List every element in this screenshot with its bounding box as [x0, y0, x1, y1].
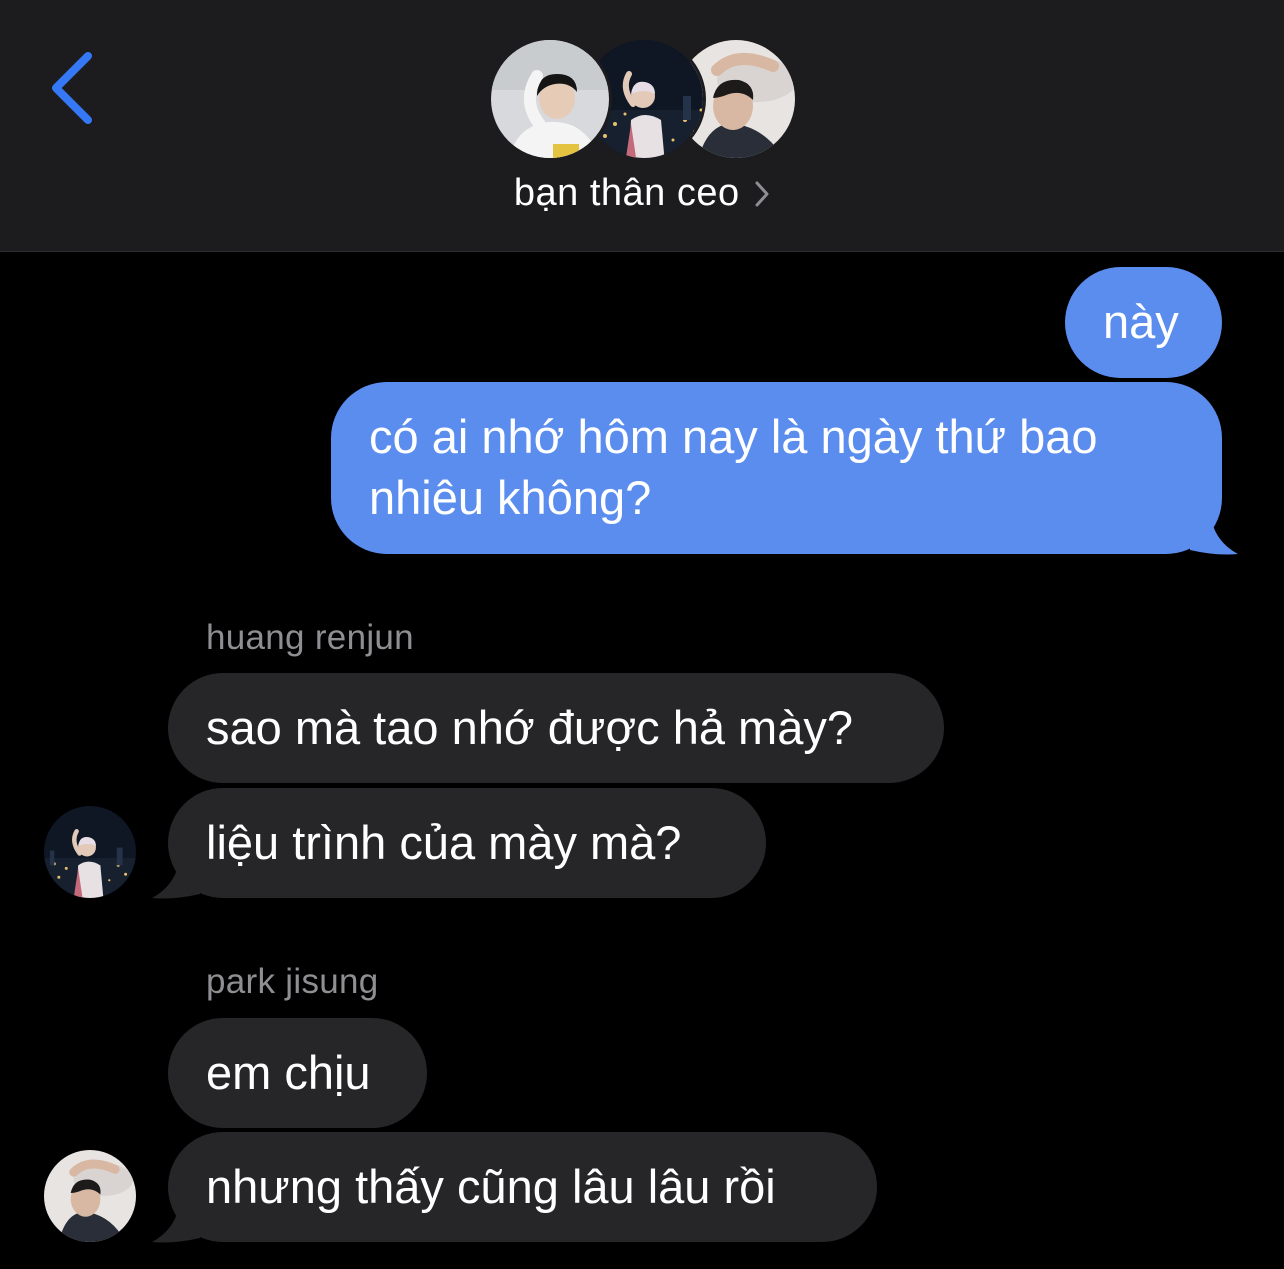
outgoing-message[interactable]: này [1065, 267, 1222, 378]
renjun-avatar[interactable] [44, 806, 136, 898]
messages-screen: bạn thân ceo này có ai nhớ hôm nay là ng… [0, 0, 1284, 1269]
message-text: nhưng thấy cũng lâu lâu rồi [206, 1160, 776, 1213]
jisung-avatar[interactable] [44, 1150, 136, 1242]
message-text: này [1103, 295, 1179, 348]
chevron-left-icon [52, 52, 92, 124]
incoming-message[interactable]: liệu trình của mày mà? [168, 788, 766, 898]
message-text-line: nhiêu không? [369, 471, 652, 524]
incoming-bubble-tail [152, 854, 200, 899]
group-info-button[interactable]: bạn thân ceo [0, 172, 1284, 215]
back-button[interactable] [44, 48, 100, 128]
incoming-message[interactable]: em chịu [168, 1018, 427, 1128]
outgoing-bubble-tail [1190, 510, 1238, 555]
message-text: sao mà tao nhớ được hả mày? [206, 701, 853, 754]
message-text-line: có ai nhớ hôm nay là ngày thứ bao [369, 410, 1098, 463]
conversation-header: bạn thân ceo [0, 0, 1284, 252]
incoming-message[interactable]: nhưng thấy cũng lâu lâu rồi [168, 1132, 877, 1242]
sender-name: huang renjun [206, 618, 414, 657]
group-name: bạn thân ceo [513, 172, 740, 214]
incoming-bubble-tail [152, 1198, 200, 1243]
group-avatars[interactable] [488, 37, 798, 161]
message-text: liệu trình của mày mà? [206, 816, 682, 869]
outgoing-message[interactable]: có ai nhớ hôm nay là ngày thứ bao nhiêu … [331, 382, 1222, 554]
participant-avatar-1 [488, 37, 612, 161]
message-text: em chịu [206, 1046, 371, 1099]
chevron-right-icon [755, 181, 769, 206]
incoming-message[interactable]: sao mà tao nhớ được hả mày? [168, 673, 944, 783]
sender-name: park jisung [206, 962, 379, 1001]
